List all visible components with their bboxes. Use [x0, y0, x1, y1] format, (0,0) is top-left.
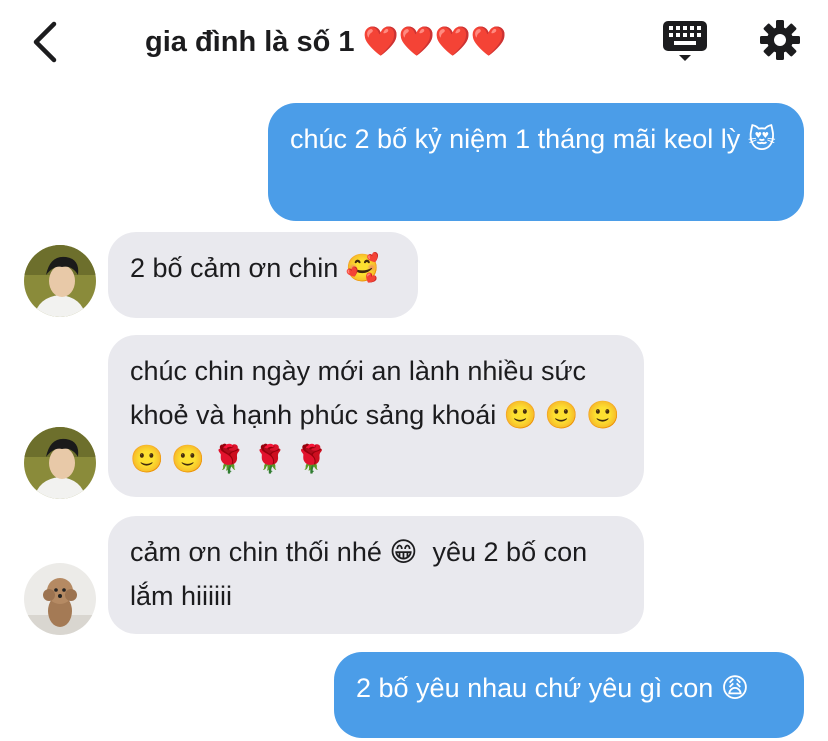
incoming-message[interactable]: chúc chin ngày mới an lành nhiều sức kho… [108, 335, 644, 497]
outgoing-message[interactable]: 2 bố yêu nhau chứ yêu gì con 😩 [334, 652, 804, 738]
boy-avatar[interactable] [24, 427, 96, 499]
message-text: 2 bố yêu nhau chứ yêu gì con 😩 [356, 673, 749, 703]
outgoing-message[interactable]: chúc 2 bố kỷ niệm 1 tháng mãi keol lỳ 😻 [268, 103, 804, 221]
avatar-image [24, 245, 96, 317]
dog-avatar[interactable] [24, 563, 96, 635]
message-text: cảm ơn chin thối nhé 😁 yêu 2 bố con lắm … [130, 537, 595, 611]
chat-header: gia đình là số 1 ❤️❤️❤️❤️ [0, 0, 828, 86]
avatar-image [24, 427, 96, 499]
back-button[interactable] [26, 20, 66, 64]
incoming-message[interactable]: 2 bố cảm ơn chin 🥰 [108, 232, 418, 318]
chat-title: gia đình là số 1 ❤️❤️❤️❤️ [145, 26, 507, 58]
keyboard-icon [663, 21, 707, 61]
message-text: 2 bố cảm ơn chin 🥰 [130, 253, 380, 283]
gear-icon [760, 20, 800, 60]
settings-button[interactable] [758, 18, 802, 62]
message-text: chúc 2 bố kỷ niệm 1 tháng mãi keol lỳ 😻 [290, 124, 776, 154]
avatar-image [24, 563, 96, 635]
message-text: chúc chin ngày mới an lành nhiều sức kho… [130, 356, 628, 474]
keyboard-button[interactable] [660, 18, 710, 64]
back-chevron-icon [33, 21, 57, 63]
incoming-message[interactable]: cảm ơn chin thối nhé 😁 yêu 2 bố con lắm … [108, 516, 644, 634]
boy-avatar[interactable] [24, 245, 96, 317]
